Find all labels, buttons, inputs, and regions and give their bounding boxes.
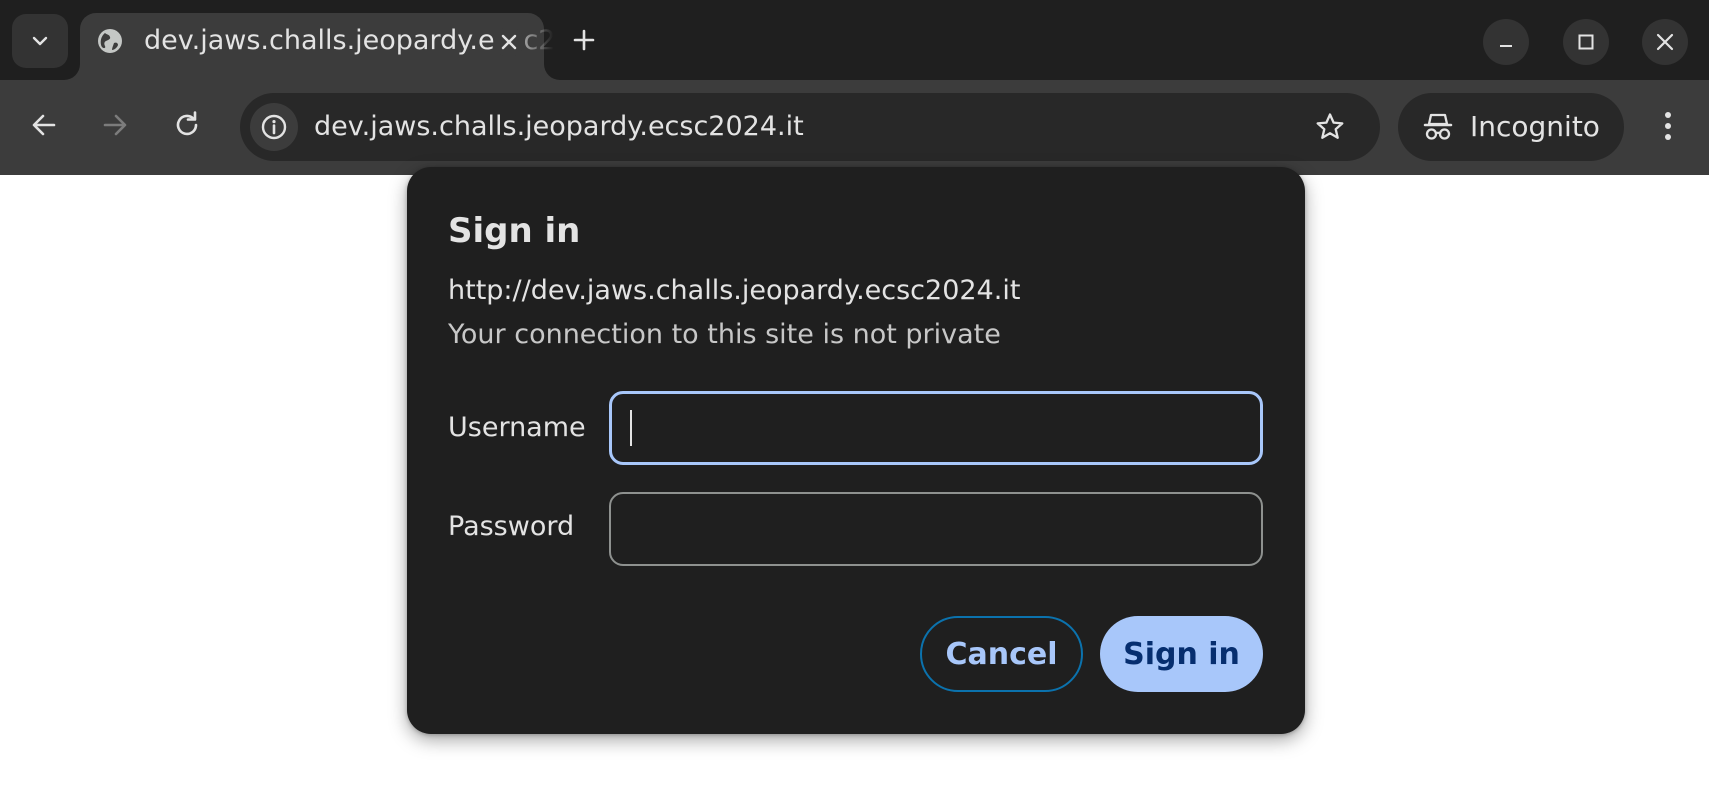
- chevron-down-icon: [32, 36, 48, 46]
- forward-button[interactable]: [94, 104, 136, 146]
- arrow-left-icon: [32, 114, 56, 136]
- close-icon: [1656, 33, 1674, 51]
- minimize-button[interactable]: [1483, 19, 1529, 65]
- reload-icon: [176, 111, 198, 136]
- url-text[interactable]: dev.jaws.challs.jeopardy.ecsc2024.it: [314, 109, 804, 145]
- incognito-profile-button[interactable]: Incognito: [1398, 93, 1624, 161]
- window-close-button[interactable]: [1642, 19, 1688, 65]
- new-tab-button[interactable]: [564, 20, 604, 60]
- tab-active[interactable]: dev.jaws.challs.jeopardy.ecsc2024.it: [80, 13, 554, 80]
- tab-strip: dev.jaws.challs.jeopardy.ecsc2024.it: [0, 0, 1709, 80]
- dialog-origin: http://dev.jaws.challs.jeopardy.ecsc2024…: [448, 275, 1021, 306]
- tab-search-button[interactable]: [12, 14, 68, 68]
- reload-button[interactable]: [166, 104, 208, 146]
- browser-toolbar: dev.jaws.challs.jeopardy.ecsc2024.it Inc…: [0, 80, 1709, 175]
- address-bar[interactable]: dev.jaws.challs.jeopardy.ecsc2024.it: [240, 93, 1380, 161]
- minimize-icon: [1500, 45, 1512, 47]
- cancel-button[interactable]: Cancel: [920, 616, 1083, 692]
- browser-menu-button[interactable]: [1650, 102, 1686, 150]
- back-button[interactable]: [23, 104, 65, 146]
- tab-title: dev.jaws.challs.jeopardy.ecsc2024.it: [144, 25, 554, 56]
- dialog-title: Sign in: [448, 211, 581, 251]
- star-icon: [1316, 113, 1344, 139]
- tab-close-button[interactable]: [494, 27, 524, 57]
- incognito-label: Incognito: [1470, 110, 1600, 143]
- close-icon: [501, 34, 517, 50]
- username-label: Username: [448, 412, 586, 443]
- site-info-button[interactable]: [250, 103, 298, 151]
- globe-icon: [98, 29, 122, 53]
- incognito-icon: [1423, 113, 1453, 140]
- password-label: Password: [448, 511, 575, 542]
- maximize-button[interactable]: [1563, 19, 1609, 65]
- connection-warning: Your connection to this site is not priv…: [448, 319, 1001, 350]
- username-input[interactable]: [609, 391, 1263, 465]
- arrow-right-icon: [103, 114, 127, 136]
- sign-in-dialog: Sign in http://dev.jaws.challs.jeopardy.…: [407, 167, 1305, 734]
- plus-icon: [573, 29, 595, 51]
- text-caret: [630, 410, 632, 446]
- password-input[interactable]: [609, 492, 1263, 566]
- info-icon: [261, 114, 287, 140]
- sign-in-button[interactable]: Sign in: [1100, 616, 1263, 692]
- kebab-menu-icon: [1665, 112, 1671, 140]
- maximize-icon: [1578, 34, 1594, 50]
- bookmark-button[interactable]: [1312, 109, 1348, 145]
